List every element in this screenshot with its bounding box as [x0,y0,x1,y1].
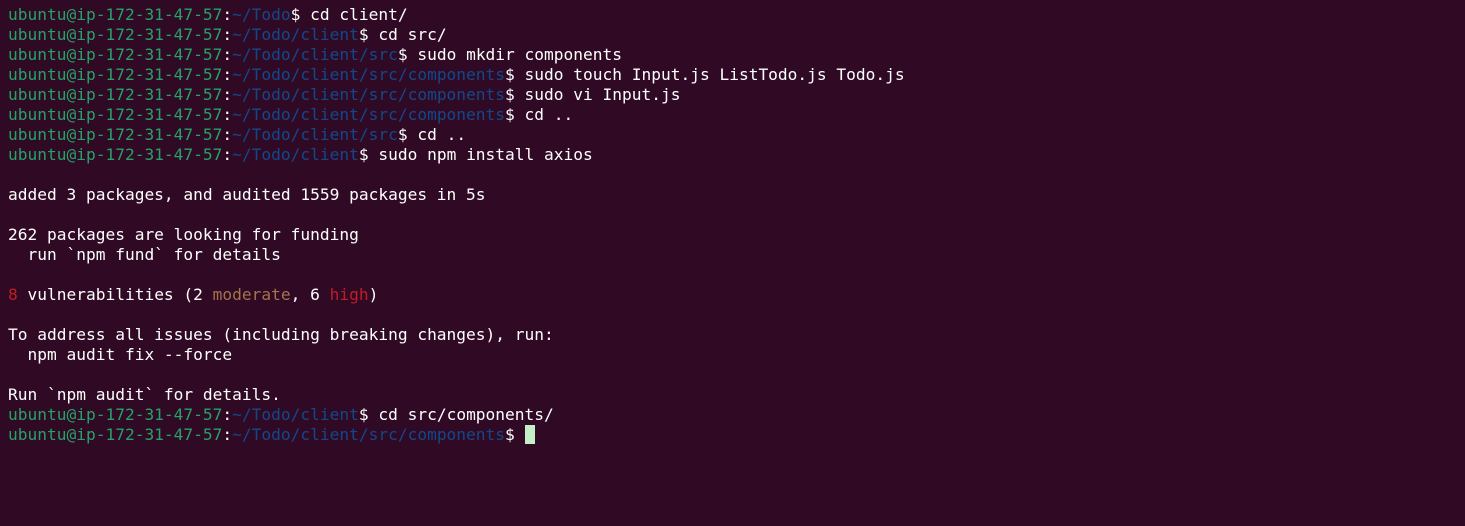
output-text: 262 packages are looking for funding [8,225,359,244]
command-text: cd client/ [300,5,408,24]
output-text: vulnerabilities (2 [17,285,213,304]
prompt-path: ~/Todo/client/src [232,125,398,144]
prompt-line: ubuntu@ip-172-31-47-57:~/Todo/client$ cd… [8,405,1457,425]
prompt-dollar: $ [505,65,515,84]
prompt-path: ~/Todo/client [232,145,359,164]
prompt-line: ubuntu@ip-172-31-47-57:~/Todo/client/src… [8,85,1457,105]
prompt-dollar: $ [505,105,515,124]
prompt-dollar: $ [358,25,369,44]
prompt-path: ~/Todo [232,5,291,24]
command-text [515,425,525,444]
prompt-path: ~/Todo/client/src/components [232,425,506,444]
terminal-cursor[interactable] [524,425,535,444]
output-text: Run `npm audit` for details. [8,385,281,404]
prompt-dollar: $ [358,145,369,164]
prompt-line: ubuntu@ip-172-31-47-57:~/Todo/client/src… [8,45,1457,65]
output-line: npm audit fix --force [8,345,1457,365]
vulnerability-count: 8 [8,285,18,304]
prompt-line: ubuntu@ip-172-31-47-57:~/Todo/client$ su… [8,145,1457,165]
command-text: cd src/ [368,25,447,44]
prompt-colon: : [222,105,233,124]
prompt-dollar: $ [358,405,369,424]
output-line: added 3 packages, and audited 1559 packa… [8,185,1457,205]
prompt-colon: : [222,405,233,424]
prompt-line: ubuntu@ip-172-31-47-57:~/Todo/client/src… [8,425,1457,445]
prompt-colon: : [222,45,233,64]
prompt-colon: : [222,65,233,84]
prompt-line: ubuntu@ip-172-31-47-57:~/Todo$ cd client… [8,5,1457,25]
prompt-user-host: ubuntu@ip-172-31-47-57 [8,85,223,104]
prompt-user-host: ubuntu@ip-172-31-47-57 [8,105,223,124]
moderate-label: moderate [212,285,291,304]
output-text: , 6 [290,285,330,304]
prompt-colon: : [222,25,233,44]
output-line: Run `npm audit` for details. [8,385,1457,405]
command-text: cd src/components/ [368,405,554,424]
prompt-path: ~/Todo/client/src/components [232,105,506,124]
prompt-line: ubuntu@ip-172-31-47-57:~/Todo/client/src… [8,125,1457,145]
prompt-user-host: ubuntu@ip-172-31-47-57 [8,25,223,44]
prompt-path: ~/Todo/client/src/components [232,85,506,104]
command-text: sudo npm install axios [368,145,593,164]
vulnerability-summary: 8 vulnerabilities (2 moderate, 6 high) [8,285,1457,305]
prompt-user-host: ubuntu@ip-172-31-47-57 [8,45,223,64]
output-line: run `npm fund` for details [8,245,1457,265]
output-line: 262 packages are looking for funding [8,225,1457,245]
output-text: npm audit fix --force [8,345,233,364]
prompt-dollar: $ [290,5,301,24]
prompt-colon: : [222,125,233,144]
prompt-user-host: ubuntu@ip-172-31-47-57 [8,145,223,164]
command-text: cd .. [514,105,574,124]
prompt-dollar: $ [397,125,408,144]
prompt-path: ~/Todo/client [232,25,359,44]
prompt-dollar: $ [397,45,408,64]
prompt-dollar: $ [505,425,515,444]
prompt-colon: : [222,145,233,164]
command-text: sudo touch Input.js ListTodo.js Todo.js [514,65,905,84]
prompt-line: ubuntu@ip-172-31-47-57:~/Todo/client$ cd… [8,25,1457,45]
prompt-user-host: ubuntu@ip-172-31-47-57 [8,5,223,24]
prompt-line: ubuntu@ip-172-31-47-57:~/Todo/client/src… [8,105,1457,125]
terminal-window[interactable]: ubuntu@ip-172-31-47-57:~/Todo$ cd client… [0,0,1465,526]
prompt-path: ~/Todo/client [232,405,359,424]
command-text: sudo vi Input.js [514,85,681,104]
command-text: cd .. [407,125,467,144]
command-text: sudo mkdir components [407,45,622,64]
prompt-colon: : [222,5,233,24]
prompt-user-host: ubuntu@ip-172-31-47-57 [8,125,223,144]
prompt-user-host: ubuntu@ip-172-31-47-57 [8,65,223,84]
output-text: added 3 packages, and audited 1559 packa… [8,185,486,204]
output-text: run `npm fund` for details [8,245,281,264]
prompt-line: ubuntu@ip-172-31-47-57:~/Todo/client/src… [8,65,1457,85]
prompt-dollar: $ [505,85,515,104]
prompt-user-host: ubuntu@ip-172-31-47-57 [8,425,223,444]
prompt-path: ~/Todo/client/src [232,45,398,64]
high-label: high [329,285,369,304]
prompt-colon: : [222,85,233,104]
output-text: To address all issues (including breakin… [8,325,554,344]
output-text: ) [368,285,379,304]
prompt-colon: : [222,425,233,444]
output-line: To address all issues (including breakin… [8,325,1457,345]
prompt-user-host: ubuntu@ip-172-31-47-57 [8,405,223,424]
prompt-path: ~/Todo/client/src/components [232,65,506,84]
